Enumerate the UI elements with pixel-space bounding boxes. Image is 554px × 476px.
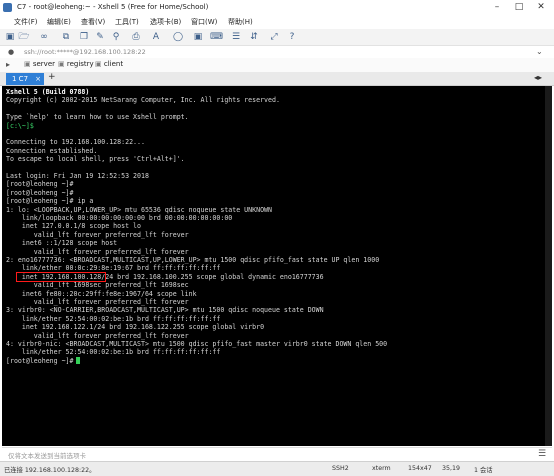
compose-bar: 仅将文本发送到当前选项卡 ☰: [2, 447, 552, 462]
links-bar: ▸ ▣ server ▣ registry ▣ client: [0, 58, 554, 73]
bookmark-icon: ▣: [24, 60, 33, 68]
send-text-input[interactable]: 仅将文本发送到当前选项卡: [8, 450, 86, 460]
terminal-line: Connection established.: [6, 146, 98, 155]
terminal-line: [root@leoheng ~]#: [6, 356, 74, 365]
menu-help[interactable]: 帮助(H): [228, 17, 253, 27]
help-icon[interactable]: ?: [286, 31, 298, 43]
terminal-scrollbar[interactable]: [545, 86, 552, 446]
tab-label: 1 C7: [12, 75, 29, 83]
session-count-status: 1 会话: [474, 467, 493, 474]
minimize-icon[interactable]: –: [486, 0, 508, 15]
terminal-line: 4: virbr0-nic: <BROADCAST,MULTICAST> mtu…: [6, 340, 388, 348]
terminal-line: valid_lft forever preferred_lft forever: [6, 247, 189, 256]
font-icon[interactable]: A: [150, 31, 162, 43]
menu-bar: 文件(F) 编辑(E) 查看(V) 工具(T) 选项卡(B) 窗口(W) 帮助(…: [0, 15, 554, 29]
menu-window[interactable]: 窗口(W): [191, 17, 217, 27]
terminal-line: Type `help' to learn how to use Xshell p…: [6, 113, 189, 122]
print-icon[interactable]: ⎙: [130, 31, 142, 43]
terminal-line: valid_lft forever preferred_lft forever: [6, 230, 189, 239]
terminal-line: valid_lft forever preferred_lft forever: [6, 331, 189, 340]
toolbar: ▣ 🗁 ∞ ⧉ ❐ ✎ ⚲ ⎙ A ◯ ▣ ⌨ ☰ ⇵ ⤢ ?: [0, 29, 554, 46]
terminal-line: [c:\~]$: [6, 121, 34, 130]
address-dropdown-icon[interactable]: ⌄: [536, 47, 543, 56]
terminal-line: 3: virbr0: <NO-CARRIER,BROADCAST,MULTICA…: [6, 306, 324, 315]
tab-scroll-icon[interactable]: ◂▸: [534, 73, 542, 82]
copy-icon[interactable]: ❐: [78, 31, 90, 43]
bookmark-icon: ▣: [58, 60, 67, 68]
terminal-size-status: 154x47: [408, 465, 432, 472]
menu-edit[interactable]: 编辑(E): [47, 17, 71, 27]
terminal-line: inet6 fe80::20c:29ff:fe8e:1967/64 scope …: [6, 289, 197, 298]
terminal-cursor: [76, 357, 81, 365]
window-title: C7 - root@leoheng:~ - Xshell 5 (Free for…: [17, 3, 209, 11]
terminal-line: inet 192.168.122.1/24 brd 192.168.122.25…: [6, 323, 265, 332]
find-icon[interactable]: ⚲: [110, 31, 122, 43]
terminal-line: inet 127.0.0.1/8 scope host lo: [6, 222, 141, 231]
protocol-status: SSH2: [332, 465, 349, 472]
link-client[interactable]: ▣ client: [95, 60, 123, 68]
status-bar: 已连接 192.168.100.128:22。 SSH2 xterm 154x4…: [0, 461, 554, 476]
terminal-line: Last login: Fri Jan 19 12:52:53 2018: [6, 172, 149, 180]
menu-icon[interactable]: ☰: [538, 449, 546, 459]
tab-c7[interactable]: 1 C7 ×: [6, 73, 44, 85]
maximize-icon[interactable]: □: [508, 0, 530, 15]
terminal-line: Connecting to 192.168.100.128:22...: [6, 138, 145, 147]
terminal-line: [root@leoheng ~]#: [6, 180, 74, 189]
paste-icon[interactable]: ✎: [94, 31, 106, 43]
connection-status: 已连接 192.168.100.128:22。: [4, 467, 96, 474]
cursor-position-status: 35,19: [442, 465, 461, 472]
terminal-line: valid_lft forever preferred_lft forever: [6, 298, 189, 306]
terminal-line: link/ether 52:54:00:02:be:1b brd ff:ff:f…: [6, 314, 221, 323]
terminal-type-status: xterm: [372, 465, 391, 472]
terminal-line: Xshell 5 (Build 0788): [6, 88, 90, 96]
zoom-icon[interactable]: ⤢: [268, 31, 280, 43]
link-bar-toggle-icon[interactable]: ▸: [6, 60, 10, 69]
terminal-line: Copyright (c) 2002-2015 NetSarang Comput…: [6, 96, 280, 105]
terminal-line: valid_lft 1698sec preferred_lft 1698sec: [6, 281, 189, 290]
terminal-line: 1: lo: <LOOPBACK,UP,LOWER_UP> mtu 65536 …: [6, 205, 272, 214]
globe-icon[interactable]: ◯: [172, 31, 184, 43]
ip-highlight-box: [16, 272, 106, 283]
menu-tabs[interactable]: 选项卡(B): [150, 17, 181, 27]
terminal-line: 2: eno16777736: <BROADCAST,MULTICAST,UP,…: [6, 256, 380, 264]
script-icon[interactable]: ☰: [230, 31, 242, 43]
close-icon[interactable]: ×: [35, 73, 41, 85]
menu-file[interactable]: 文件(F): [14, 17, 38, 27]
menu-tools[interactable]: 工具(T): [115, 17, 139, 27]
link-registry[interactable]: ▣ registry: [58, 60, 94, 68]
title-bar: C7 - root@leoheng:~ - Xshell 5 (Free for…: [0, 0, 554, 15]
open-folder-icon[interactable]: 🗁: [18, 31, 30, 43]
close-icon[interactable]: ✕: [530, 0, 552, 15]
xshell-app-icon: [3, 3, 12, 12]
add-tab-icon[interactable]: +: [48, 72, 56, 82]
terminal-line: To escape to local shell, press 'Ctrl+Al…: [6, 155, 185, 164]
lock-icon[interactable]: ▣: [192, 31, 204, 43]
tab-bar: 1 C7 × + ◂▸: [0, 72, 554, 86]
terminal-line: link/loopback 00:00:00:00:00:00 brd 00:0…: [6, 214, 233, 222]
terminal-line: link/ether 52:54:00:02:be:1b brd ff:ff:f…: [6, 348, 221, 357]
transfer-icon[interactable]: ⇵: [248, 31, 260, 43]
keyboard-icon[interactable]: ⌨: [210, 31, 223, 43]
terminal-line: [root@leoheng ~]#: [6, 188, 74, 197]
address-input[interactable]: ssh://root:*****@192.168.100.128:22: [24, 48, 146, 56]
duplicate-icon[interactable]: ⧉: [60, 31, 72, 43]
link-icon[interactable]: ∞: [38, 31, 50, 43]
bookmark-icon: ▣: [95, 60, 104, 68]
terminal-line: [root@leoheng ~]# ip a: [6, 197, 94, 206]
new-session-icon[interactable]: ▣: [4, 31, 16, 43]
terminal-screen[interactable]: Xshell 5 (Build 0788) Copyright (c) 2002-…: [2, 86, 552, 446]
link-server[interactable]: ▣ server: [24, 60, 55, 68]
address-icon: ●: [8, 48, 15, 56]
menu-view[interactable]: 查看(V): [81, 17, 105, 27]
terminal-line: inet6 ::1/128 scope host: [6, 239, 118, 248]
